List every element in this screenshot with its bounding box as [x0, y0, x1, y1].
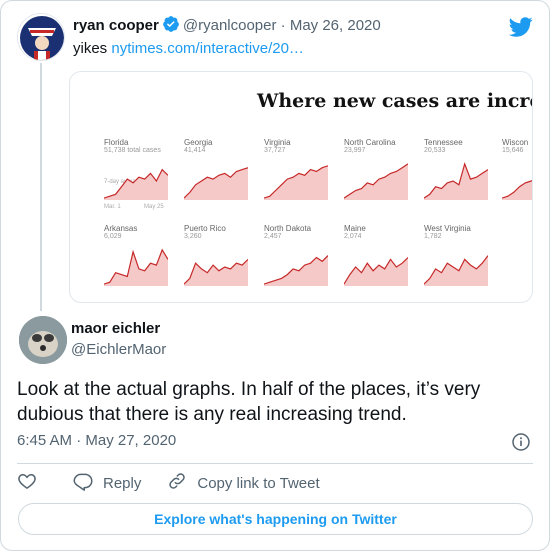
embedded-image[interactable]: Where new cases are increasin 7-day aver… [69, 71, 533, 303]
mini-chart-area [264, 165, 328, 200]
date-end: May 25 [144, 204, 164, 210]
mini-chart-value: 2,074 [344, 233, 362, 240]
twitter-bird-icon[interactable] [508, 15, 533, 44]
mini-chart-value: 3,260 [184, 233, 202, 240]
mini-chart: Arkansas 6,029 [104, 224, 174, 286]
tweet-card: ryan cooper @ryanlcooper · May 26, 2020 y… [0, 0, 550, 551]
mini-chart: Virginia 37,727 [264, 138, 334, 200]
mini-chart-plot [502, 180, 532, 200]
mini-chart-value: 1,782 [424, 233, 442, 240]
tweet-date[interactable]: May 26, 2020 [290, 17, 381, 34]
reply-author-name[interactable]: maor eichler [71, 320, 160, 337]
mini-chart-label: Wiscon [502, 138, 529, 147]
mini-chart: Florida 51,738 total cases [104, 138, 174, 200]
reply-label: Reply [103, 474, 142, 492]
mini-chart-plot [344, 163, 408, 200]
explore-button[interactable]: Explore what's happening on Twitter [18, 503, 533, 535]
reply-icon [73, 471, 103, 495]
mini-chart-area [184, 167, 248, 200]
action-bar: Reply Copy link to Tweet [17, 471, 346, 495]
mini-chart-value: 2,457 [264, 233, 282, 240]
mini-chart: Puerto Rico 3,260 [184, 224, 254, 286]
mini-chart-value: 15,646 [502, 147, 524, 154]
tweet-header: ryan cooper @ryanlcooper · May 26, 2020 [73, 15, 381, 39]
mini-chart-plot [184, 258, 248, 286]
date-start: Mar. 1 [104, 204, 121, 210]
mini-chart-label: Tennessee [424, 138, 463, 147]
copy-link-button[interactable]: Copy link to Tweet [167, 471, 320, 495]
mini-chart-label: North Carolina [344, 138, 396, 147]
reply-text: Look at the actual graphs. In half of th… [17, 379, 481, 425]
embed-title: Where new cases are increasin [257, 90, 532, 112]
mini-chart-plot [264, 165, 328, 200]
separator: · [280, 17, 286, 34]
mini-chart-area [424, 255, 488, 286]
mini-chart: Georgia 41,414 [184, 138, 254, 200]
reply-timestamp[interactable]: 6:45 AM · May 27, 2020 [17, 432, 176, 449]
mini-chart-plot [104, 248, 168, 286]
mini-chart-plot [104, 168, 168, 200]
mini-chart: Wiscon 15,646 [502, 138, 532, 200]
author-name[interactable]: ryan cooper [73, 17, 159, 34]
heart-icon [17, 471, 47, 495]
divider [17, 463, 533, 464]
mini-chart-label: West Virginia [424, 224, 471, 233]
info-icon[interactable] [511, 432, 531, 457]
mini-chart: West Virginia 1,782 [424, 224, 494, 286]
mini-chart: North Carolina 23,997 [344, 138, 414, 200]
mini-chart: North Dakota 2,457 [264, 224, 334, 286]
mini-chart-plot [264, 255, 328, 286]
tweet-text: yikes nytimes.com/interactive/20… [73, 39, 304, 59]
mini-chart-label: Virginia [264, 138, 291, 147]
tweet-link[interactable]: nytimes.com/interactive/20… [111, 40, 304, 57]
mini-chart: Tennessee 20,533 [424, 138, 494, 200]
reply-button[interactable]: Reply [73, 471, 141, 495]
mini-chart-label: Maine [344, 224, 366, 233]
mini-chart: Maine 2,074 [344, 224, 414, 286]
mini-chart-label: Puerto Rico [184, 224, 226, 233]
thread-connector [40, 63, 42, 311]
tweet-body: yikes [73, 40, 108, 57]
mini-chart-plot [424, 255, 488, 286]
copy-link-label: Copy link to Tweet [197, 474, 320, 492]
mini-chart-area [344, 257, 408, 286]
mini-chart-value: 41,414 [184, 147, 206, 154]
mini-chart-label: Arkansas [104, 224, 138, 233]
mini-chart-area [424, 163, 488, 200]
mini-chart-label: North Dakota [264, 224, 312, 233]
avatar[interactable] [19, 316, 67, 364]
mini-chart-value: 51,738 total cases [104, 147, 161, 154]
mini-chart-plot [344, 257, 408, 286]
link-icon [167, 471, 197, 495]
mini-chart-value: 37,727 [264, 147, 286, 154]
mini-chart-value: 6,029 [104, 233, 122, 240]
mini-chart-label: Georgia [184, 138, 213, 147]
mini-chart-label: Florida [104, 138, 129, 147]
mini-chart-value: 23,997 [344, 147, 366, 154]
mini-chart-plot [424, 161, 488, 200]
mini-chart-value: 20,533 [424, 147, 446, 154]
avatar[interactable] [17, 13, 65, 61]
verified-badge-icon [162, 15, 180, 39]
mini-chart-area [104, 249, 168, 286]
reply-author-handle[interactable]: @EichlerMaor [71, 341, 166, 358]
author-handle[interactable]: @ryanlcooper [183, 17, 277, 34]
mini-chart-plot [184, 167, 248, 200]
like-button[interactable] [17, 471, 47, 495]
mini-chart-area [502, 180, 532, 200]
